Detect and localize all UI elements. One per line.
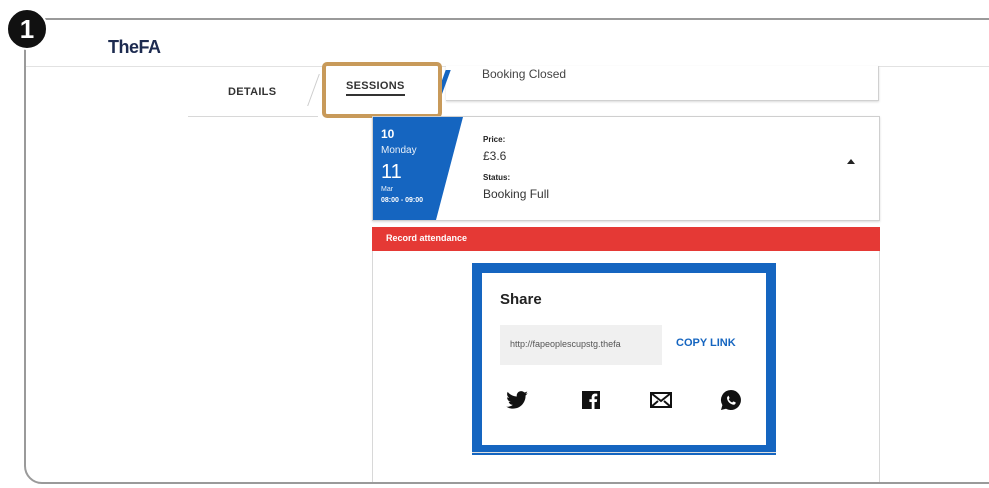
booking-status-banner: Booking Closed bbox=[446, 66, 879, 101]
session-card[interactable]: 10 Monday 11 Mar 08:00 - 09:00 Price: £3… bbox=[372, 116, 880, 221]
session-month: Mar bbox=[381, 186, 394, 193]
booking-status-text: Booking Closed bbox=[482, 67, 567, 81]
twitter-icon[interactable] bbox=[506, 389, 528, 411]
tab-sessions-label: SESSIONS bbox=[346, 80, 405, 96]
panel-divider bbox=[472, 452, 776, 453]
share-modal: Share http://fapeoplescupstg.thefa COPY … bbox=[472, 263, 776, 455]
facebook-icon[interactable] bbox=[580, 389, 602, 411]
session-weekday: Monday bbox=[381, 145, 417, 156]
share-link-field[interactable]: http://fapeoplescupstg.thefa bbox=[500, 325, 662, 365]
copy-link-button[interactable]: COPY LINK bbox=[676, 337, 736, 349]
tab-sessions[interactable]: SESSIONS bbox=[322, 62, 442, 118]
chevron-up-icon[interactable] bbox=[847, 159, 855, 164]
price-value: £3.6 bbox=[483, 149, 507, 163]
record-attendance-label: Record attendance bbox=[386, 233, 468, 243]
record-attendance-bar[interactable]: Record attendance bbox=[372, 227, 880, 251]
session-date-block: 10 Monday 11 Mar 08:00 - 09:00 bbox=[373, 117, 463, 220]
status-value: Booking Full bbox=[483, 187, 550, 201]
fa-logo: TheFA bbox=[108, 37, 161, 57]
status-label: Status: bbox=[483, 173, 511, 182]
session-day: 11 bbox=[381, 161, 402, 183]
tab-details-label: DETAILS bbox=[228, 86, 277, 98]
share-link-text: http://fapeoplescupstg.thefa bbox=[510, 339, 621, 349]
tab-details[interactable]: DETAILS bbox=[188, 72, 318, 117]
session-time: 08:00 - 09:00 bbox=[381, 197, 424, 204]
email-icon[interactable] bbox=[650, 389, 672, 411]
session-number: 10 bbox=[381, 127, 395, 141]
whatsapp-icon[interactable] bbox=[720, 389, 742, 411]
share-title: Share bbox=[500, 291, 542, 308]
screenshot-frame: TheFA DETAILS Booking Closed SESSIONS 10… bbox=[24, 18, 989, 484]
price-label: Price: bbox=[483, 135, 506, 144]
step-number-badge: 1 bbox=[6, 8, 48, 50]
